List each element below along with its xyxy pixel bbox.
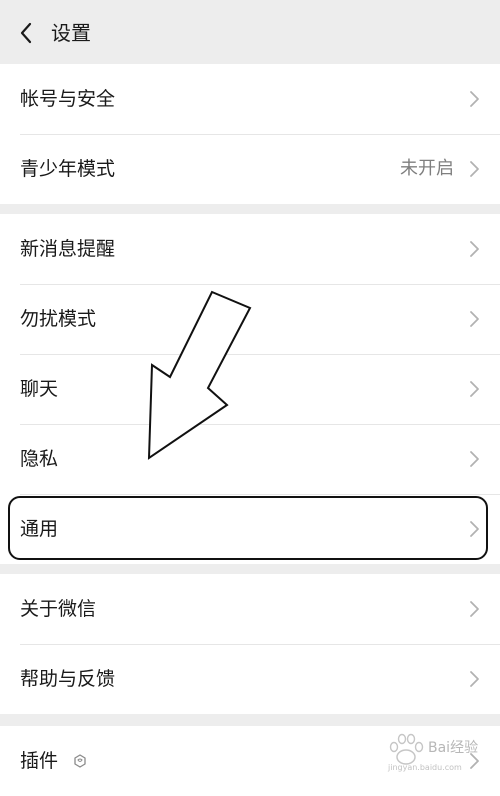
chevron-right-icon <box>468 90 480 108</box>
back-button[interactable] <box>12 18 40 48</box>
teen-mode-status: 未开启 <box>400 158 454 179</box>
chevron-right-icon <box>468 160 480 178</box>
chevron-right-icon <box>468 240 480 258</box>
settings-item-chat[interactable]: 聊天 <box>0 354 500 424</box>
chevron-right-icon <box>468 752 480 770</box>
settings-group-about: 关于微信 帮助与反馈 <box>0 574 500 714</box>
settings-item-label: 通用 <box>20 518 59 540</box>
chevron-right-icon <box>468 670 480 688</box>
chevron-right-icon <box>468 520 480 538</box>
settings-item-label: 帮助与反馈 <box>20 668 116 690</box>
settings-item-label: 插件 <box>20 750 59 772</box>
chevron-right-icon <box>468 380 480 398</box>
settings-item-label: 隐私 <box>20 448 59 470</box>
chevron-right-icon <box>468 310 480 328</box>
settings-item-label: 青少年模式 <box>20 158 116 180</box>
settings-group-account: 帐号与安全 青少年模式 未开启 <box>0 64 500 204</box>
settings-item-label: 勿扰模式 <box>20 308 97 330</box>
settings-item-notifications[interactable]: 新消息提醒 <box>0 214 500 284</box>
nav-header: 设置 <box>0 0 500 66</box>
settings-item-do-not-disturb[interactable]: 勿扰模式 <box>0 284 500 354</box>
settings-item-label: 新消息提醒 <box>20 238 116 260</box>
settings-item-label: 帐号与安全 <box>20 88 116 110</box>
settings-item-teen-mode[interactable]: 青少年模式 未开启 <box>0 134 500 204</box>
chevron-right-icon <box>468 450 480 468</box>
settings-item-privacy[interactable]: 隐私 <box>0 424 500 494</box>
settings-item-label: 关于微信 <box>20 598 97 620</box>
settings-item-help-feedback[interactable]: 帮助与反馈 <box>0 644 500 714</box>
settings-group-general: 新消息提醒 勿扰模式 聊天 隐私 通用 <box>0 214 500 564</box>
plugin-badge-icon <box>72 753 88 769</box>
settings-group-plugins: 插件 <box>0 726 500 796</box>
settings-item-label: 聊天 <box>20 378 59 400</box>
settings-item-about-wechat[interactable]: 关于微信 <box>0 574 500 644</box>
page-title: 设置 <box>51 21 91 45</box>
chevron-right-icon <box>468 600 480 618</box>
settings-item-account-security[interactable]: 帐号与安全 <box>0 64 500 134</box>
chevron-left-icon <box>20 22 32 44</box>
settings-item-general[interactable]: 通用 <box>0 494 500 564</box>
settings-item-plugins[interactable]: 插件 <box>0 726 500 796</box>
